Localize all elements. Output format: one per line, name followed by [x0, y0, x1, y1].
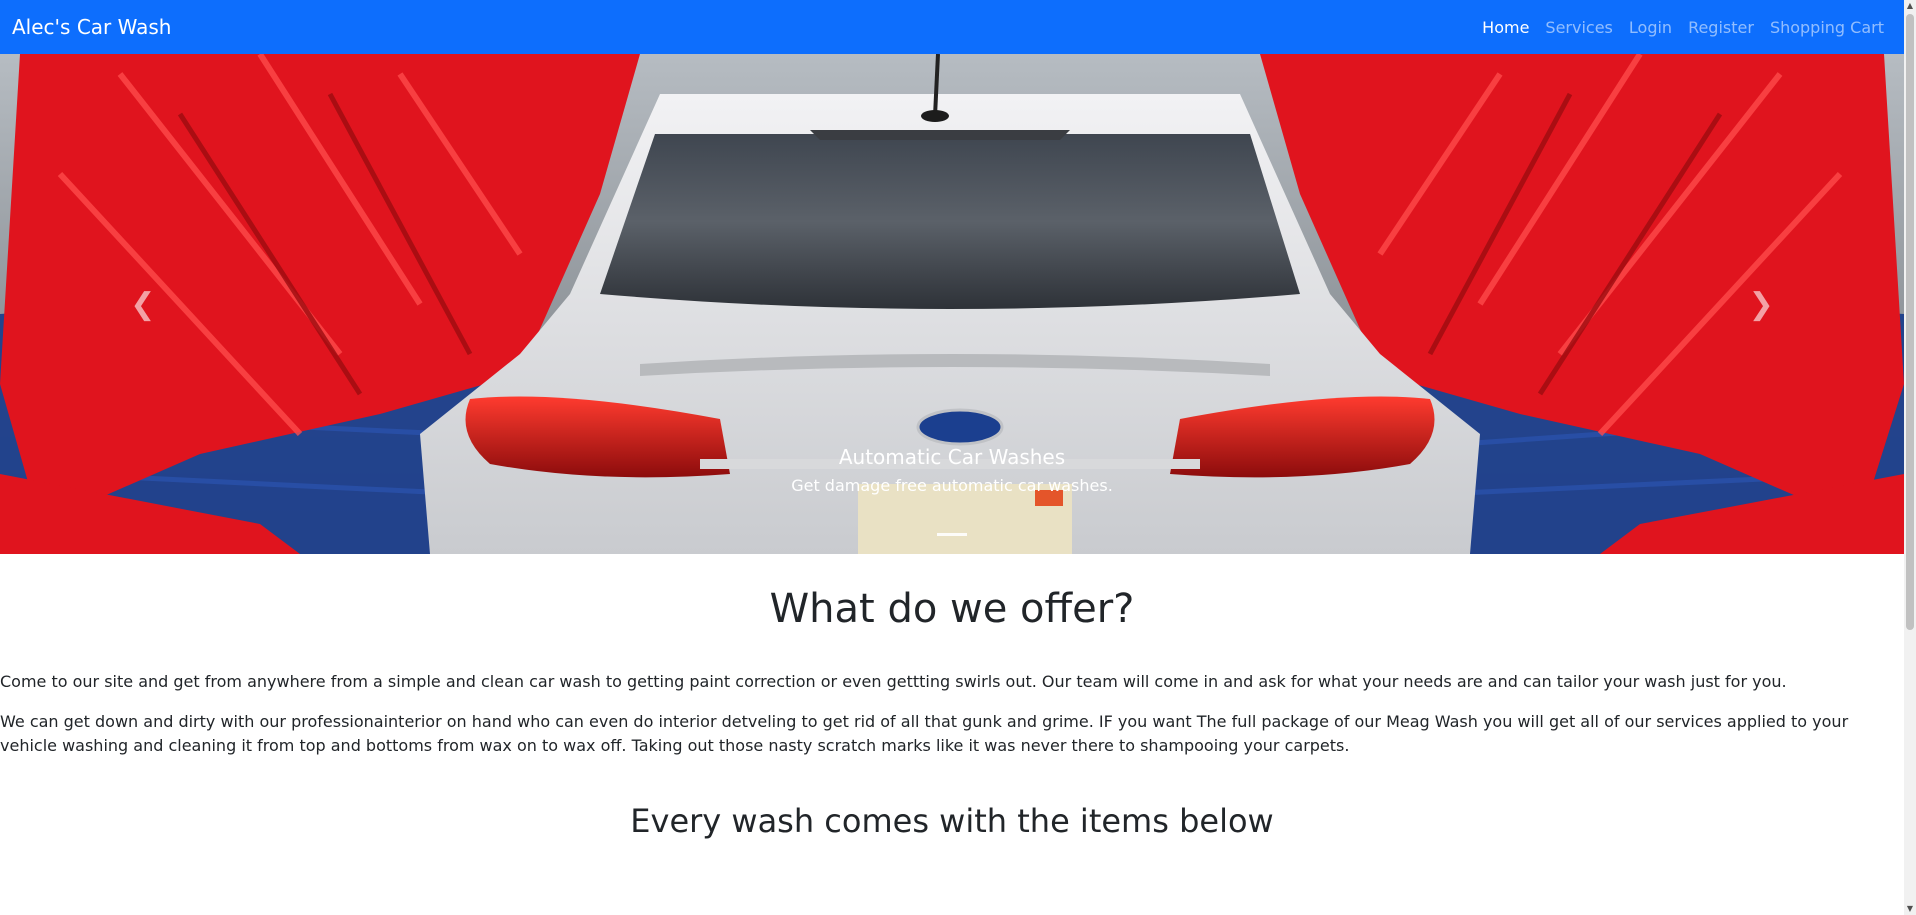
chevron-left-icon: ❮ — [130, 286, 156, 322]
carousel-indicator[interactable] — [937, 533, 967, 536]
items-heading: Every wash comes with the items below — [630, 802, 1274, 840]
scrollbar-thumb[interactable] — [1906, 14, 1914, 630]
carousel-caption: Automatic Car Washes Get damage free aut… — [0, 443, 1904, 497]
caption-title: Automatic Car Washes — [838, 445, 1066, 469]
nav-register[interactable]: Register — [1680, 18, 1762, 37]
offer-paragraph-2: We can get down and dirty with our profe… — [0, 712, 1849, 755]
nav-shopping-cart[interactable]: Shopping Cart — [1762, 18, 1892, 37]
nav-home[interactable]: Home — [1474, 18, 1537, 37]
chevron-right-icon: ❯ — [1748, 286, 1774, 322]
scroll-down-icon[interactable]: ▼ — [1904, 903, 1916, 915]
section-heading: What do we offer? — [769, 586, 1135, 632]
navbar: Alec's Car Wash Home Services Login Regi… — [0, 0, 1904, 54]
page-scrollbar[interactable]: ▲ ▼ — [1904, 0, 1916, 915]
nav-links: Home Services Login Register Shopping Ca… — [1474, 18, 1892, 37]
nav-login[interactable]: Login — [1621, 18, 1680, 37]
offer-paragraph-1: Come to our site and get from anywhere f… — [0, 672, 1787, 691]
scroll-up-icon[interactable]: ▲ — [1904, 0, 1916, 12]
hero-carousel: ❮ ❯ Automatic Car Washes Get damage free… — [0, 54, 1904, 554]
nav-services[interactable]: Services — [1537, 18, 1620, 37]
carousel-indicators — [0, 533, 1904, 536]
caption-text: Get damage free automatic car washes. — [791, 476, 1113, 495]
brand-link[interactable]: Alec's Car Wash — [12, 15, 171, 39]
